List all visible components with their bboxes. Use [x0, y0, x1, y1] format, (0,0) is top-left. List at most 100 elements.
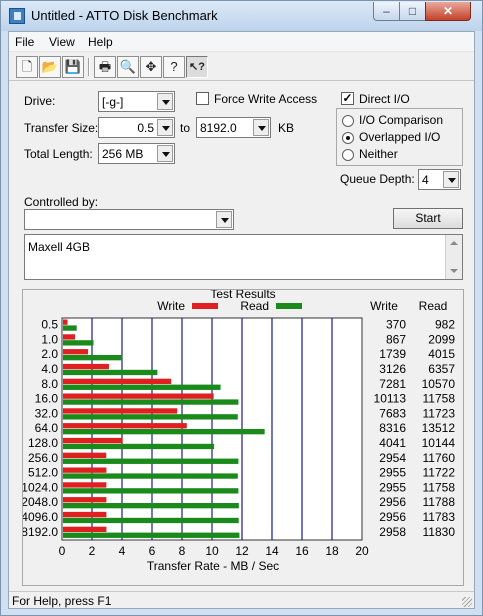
y-tick-label: 4096.0: [23, 510, 58, 524]
toolbar: 🗋 📂 💾 🖶 🔍 ✥ ? ↖?: [9, 53, 474, 81]
write-value: 3126: [379, 362, 406, 376]
write-bar: [63, 467, 107, 473]
write-bar: [63, 423, 187, 429]
write-value: 2955: [379, 480, 406, 494]
transfer-to-select[interactable]: 8192.0: [196, 117, 271, 138]
transfer-from-select[interactable]: 0.5: [98, 117, 175, 138]
chevron-down-icon[interactable]: [157, 93, 173, 110]
controlled-by-select[interactable]: [24, 209, 234, 230]
client-area: File View Help 🗋 📂 💾 🖶 🔍 ✥ ? ↖? Drive: […: [8, 31, 475, 609]
move-icon[interactable]: ✥: [140, 56, 162, 78]
y-tick-label: 128.0: [28, 436, 58, 450]
chevron-down-icon[interactable]: [253, 119, 269, 136]
y-tick-label: 2.0: [41, 347, 58, 361]
description-scrollbar[interactable]: [445, 235, 462, 279]
minimize-button[interactable]: –: [373, 2, 400, 21]
read-value: 11783: [423, 510, 456, 524]
write-bar: [63, 526, 107, 533]
total-length-select[interactable]: 256 MB: [98, 143, 175, 164]
close-button[interactable]: ✕: [425, 2, 471, 21]
neither-radio[interactable]: [342, 149, 354, 161]
write-value: 8316: [379, 421, 406, 435]
results-chart: Test Results Write Read Write Read 0.51.…: [21, 287, 456, 573]
print-icon[interactable]: 🖶: [94, 56, 116, 78]
x-tick-label: 0: [59, 544, 66, 558]
legend-read-label: Read: [240, 299, 269, 313]
x-tick-label: 20: [355, 544, 369, 558]
write-value: 867: [386, 332, 406, 346]
write-value: 1739: [379, 347, 406, 361]
x-tick-label: 12: [235, 544, 249, 558]
chevron-down-icon[interactable]: [216, 211, 232, 228]
read-value: 11723: [423, 406, 456, 420]
write-value: 4041: [379, 436, 406, 450]
y-tick-label: 1024.0: [23, 480, 58, 494]
menu-view[interactable]: View: [49, 35, 75, 49]
controlled-by-label: Controlled by:: [24, 195, 99, 209]
direct-io-checkbox[interactable]: ✓: [341, 92, 354, 105]
x-tick-label: 14: [265, 544, 279, 558]
print-preview-icon[interactable]: 🔍: [117, 56, 139, 78]
force-write-checkbox[interactable]: [196, 92, 209, 105]
chart-legend: Write Read: [157, 299, 302, 313]
read-value: 982: [435, 318, 455, 332]
io-comparison-label[interactable]: I/O Comparison: [359, 113, 443, 127]
y-tick-label: 0.5: [41, 318, 58, 332]
app-icon[interactable]: [9, 8, 25, 24]
write-value: 2954: [379, 451, 406, 465]
write-bar: [63, 349, 89, 355]
overlapped-io-label[interactable]: Overlapped I/O: [359, 130, 440, 144]
scroll-up-icon[interactable]: [450, 241, 458, 245]
x-tick-label: 16: [295, 544, 309, 558]
save-icon[interactable]: 💾: [62, 56, 84, 78]
y-tick-label: 32.0: [35, 406, 59, 420]
maximize-button[interactable]: □: [399, 2, 426, 21]
y-tick-label: 8192.0: [23, 525, 58, 539]
y-tick-label: 1.0: [41, 332, 58, 346]
scroll-down-icon[interactable]: [450, 269, 458, 273]
overlapped-io-radio[interactable]: [342, 132, 354, 144]
io-comparison-radio[interactable]: [342, 115, 354, 127]
legend-read-swatch: [276, 303, 302, 309]
read-value: 10144: [422, 436, 456, 450]
read-value: 6357: [428, 362, 455, 376]
read-bar: [63, 532, 240, 538]
read-bar: [63, 458, 239, 464]
write-value: 7281: [379, 377, 406, 391]
drive-select[interactable]: [-g-]: [98, 91, 175, 112]
chevron-down-icon[interactable]: [443, 171, 459, 188]
about-icon[interactable]: ?: [163, 56, 185, 78]
read-value: 10570: [422, 377, 456, 391]
open-icon[interactable]: 📂: [39, 56, 61, 78]
chart-y-labels: 0.51.02.04.08.016.032.064.0128.0256.0512…: [21, 318, 59, 539]
description-text[interactable]: Maxell 4GB: [28, 240, 90, 254]
write-bar: [63, 363, 109, 370]
read-bar: [63, 473, 238, 479]
resize-grip[interactable]: [462, 597, 472, 607]
description-textarea[interactable]: Maxell 4GB: [24, 234, 463, 280]
transfer-to-label: to: [180, 121, 191, 135]
app-window: Untitled - ATTO Disk Benchmark – □ ✕ Fil…: [0, 0, 483, 616]
y-tick-label: 4.0: [41, 362, 58, 376]
io-mode-group: I/O Comparison Overlapped I/O Neither: [336, 108, 463, 166]
direct-io-label[interactable]: Direct I/O: [359, 92, 410, 106]
start-button[interactable]: Start: [393, 208, 463, 229]
read-value: 4015: [428, 347, 455, 361]
read-value: 11788: [423, 495, 456, 509]
context-help-icon[interactable]: ↖?: [186, 56, 208, 78]
transfer-size-label: Transfer Size:: [24, 121, 99, 135]
chevron-down-icon[interactable]: [157, 119, 173, 136]
menu-file[interactable]: File: [15, 35, 34, 49]
new-icon[interactable]: 🗋: [16, 56, 38, 78]
queue-depth-select[interactable]: 4: [418, 169, 461, 190]
menu-help[interactable]: Help: [88, 35, 113, 49]
read-bar: [63, 384, 221, 390]
chevron-down-icon[interactable]: [157, 145, 173, 162]
read-bar: [63, 429, 265, 435]
read-value: 2099: [428, 332, 455, 346]
title-bar[interactable]: Untitled - ATTO Disk Benchmark – □ ✕: [1, 1, 482, 31]
x-tick-label: 10: [205, 544, 219, 558]
neither-label[interactable]: Neither: [359, 147, 398, 161]
read-value: 11722: [423, 466, 456, 480]
force-write-label[interactable]: Force Write Access: [214, 92, 317, 106]
